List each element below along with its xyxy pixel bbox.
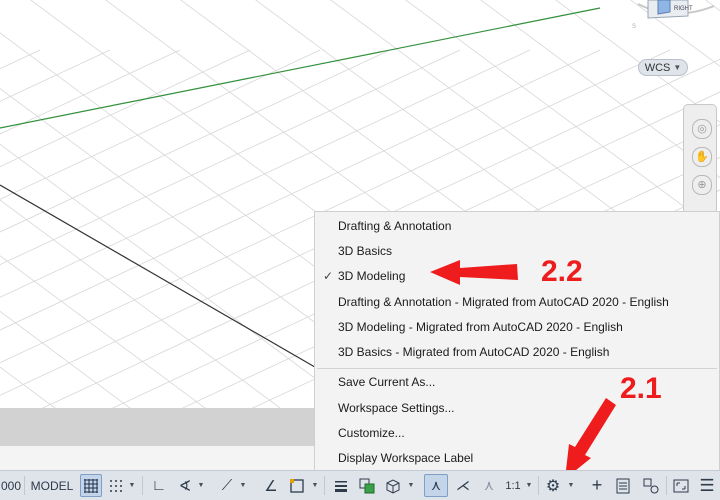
grid-line xyxy=(0,49,181,135)
isolate-objects-icon[interactable] xyxy=(640,471,662,500)
menu-separator xyxy=(317,368,717,369)
ucs-menu[interactable]: WCS ▼ xyxy=(638,59,688,76)
divider xyxy=(666,476,667,495)
coordinates-readout[interactable]: 000 xyxy=(0,471,22,500)
divider xyxy=(324,476,325,495)
save-current-as-command[interactable]: Save Current As... xyxy=(338,375,435,389)
gear-icon[interactable]: ⚙ xyxy=(542,471,564,500)
divider xyxy=(24,476,25,495)
grid-line xyxy=(0,310,201,461)
grid-line xyxy=(0,49,251,168)
chevron-down-icon[interactable]: ▼ xyxy=(196,471,206,500)
divider xyxy=(538,476,539,495)
workspace-settings-command[interactable]: Workspace Settings... xyxy=(338,401,455,415)
lineweight-icon[interactable] xyxy=(330,471,352,500)
chevron-down-icon[interactable]: ▼ xyxy=(127,471,137,500)
customization-menu-icon[interactable]: ☰ xyxy=(696,471,718,500)
step-label-gear: 2.1 xyxy=(620,372,662,405)
annotation-visibility-icon[interactable]: ⋏ xyxy=(424,474,448,497)
auto-scale-icon[interactable]: ⋌ xyxy=(452,471,474,500)
grid-display-icon[interactable] xyxy=(80,474,102,497)
workspace-chevron-down-icon[interactable]: ▼ xyxy=(564,471,578,500)
model-space-background-strip xyxy=(0,408,320,446)
workspace-item-drafting-annotation[interactable]: Drafting & Annotation xyxy=(338,219,451,233)
navigation-bar[interactable]: ◎ ✋ ⊕ xyxy=(683,104,717,214)
checkmark-icon: ✓ xyxy=(323,269,334,283)
ucs-label: WCS xyxy=(644,61,671,74)
step-label-select-workspace: 2.2 xyxy=(541,255,583,288)
grid-line xyxy=(0,422,51,461)
object-snap-icon[interactable] xyxy=(286,471,308,500)
model-space-lower-band xyxy=(0,446,320,470)
grid-line xyxy=(0,49,321,200)
steering-wheel-icon[interactable]: ◎ xyxy=(692,119,712,139)
annotation-monitor-plus-icon[interactable]: + xyxy=(586,471,608,500)
pan-hand-icon[interactable]: ✋ xyxy=(692,147,712,167)
workspace-switching-menu: Drafting & Annotation 3D Basics ✓ 3D Mod… xyxy=(314,211,720,471)
svg-text:S: S xyxy=(632,24,636,30)
chevron-down-icon[interactable]: ▼ xyxy=(238,471,248,500)
chevron-down-icon[interactable]: ▼ xyxy=(310,471,320,500)
object-snap-tracking-icon[interactable]: ∠ xyxy=(260,471,282,500)
chevron-down-icon: ▼ xyxy=(673,63,682,72)
fullscreen-icon[interactable] xyxy=(670,471,692,500)
selection-cycling-icon[interactable] xyxy=(356,471,378,500)
viewcube[interactable]: RIGHT S xyxy=(628,0,720,40)
workspace-item-3d-basics[interactable]: 3D Basics xyxy=(338,244,392,258)
status-bar: 000 MODEL ▼ ∟ ∢ ▼ ⟋ ▼ ∠ ▼ ▼ ⋏ ⋌ ⋏ 1:1 ▼ … xyxy=(0,470,720,500)
workspace-item-drafting-migrated[interactable]: Drafting & Annotation - Migrated from Au… xyxy=(338,295,669,309)
model-space-button[interactable]: MODEL xyxy=(27,471,77,500)
viewcube-face-label: RIGHT xyxy=(674,6,693,12)
grid-line xyxy=(0,366,126,461)
grid-line xyxy=(0,255,276,461)
grid-line xyxy=(0,184,321,371)
workspace-item-3d-modeling[interactable]: 3D Modeling xyxy=(338,269,405,283)
ortho-mode-icon[interactable]: ∟ xyxy=(148,471,170,500)
isometric-drafting-icon[interactable]: ⟋ xyxy=(216,471,238,500)
chevron-down-icon[interactable]: ▼ xyxy=(406,471,416,500)
annotation-scale-icon[interactable]: ⋏ xyxy=(478,471,500,500)
zoom-icon[interactable]: ⊕ xyxy=(692,175,712,195)
divider xyxy=(142,476,143,495)
grid-line xyxy=(0,7,601,129)
chevron-down-icon[interactable]: ▼ xyxy=(524,471,534,500)
annotation-scale-value[interactable]: 1:1 xyxy=(502,471,524,500)
grid-line xyxy=(0,49,111,102)
workspace-item-3d-basics-migrated[interactable]: 3D Basics - Migrated from AutoCAD 2020 -… xyxy=(338,345,609,359)
workspace-item-3d-modeling-migrated[interactable]: 3D Modeling - Migrated from AutoCAD 2020… xyxy=(338,320,623,334)
units-icon[interactable] xyxy=(612,471,634,500)
polar-tracking-icon[interactable]: ∢ xyxy=(174,471,196,500)
customize-command[interactable]: Customize... xyxy=(338,426,405,440)
snap-mode-icon[interactable] xyxy=(106,471,126,500)
3d-object-snap-icon[interactable] xyxy=(382,471,404,500)
display-workspace-label-command[interactable]: Display Workspace Label xyxy=(338,451,473,465)
